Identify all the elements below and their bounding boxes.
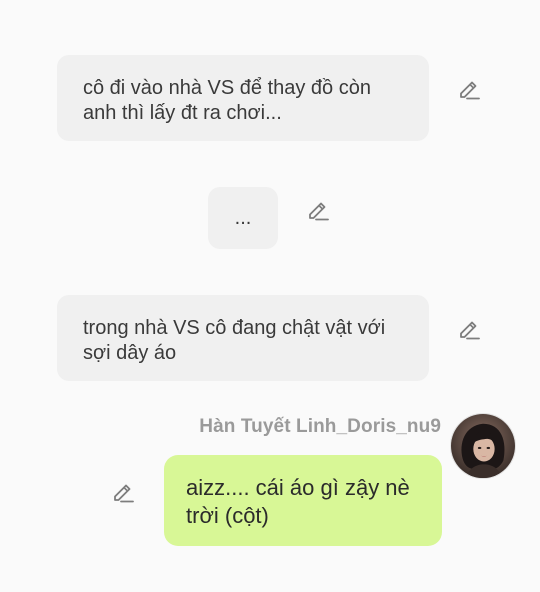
reply-bubble: aizz.... cái áo gì zậy nè trời (cột) <box>164 455 442 546</box>
message-bubble: cô đi vào nhà VS để thay đồ còn anh thì … <box>57 55 429 141</box>
edit-pencil-icon[interactable] <box>305 198 331 224</box>
edit-pencil-icon[interactable] <box>110 480 136 506</box>
edit-pencil-icon[interactable] <box>456 317 482 343</box>
message-bubble: ... <box>208 187 278 249</box>
reply-text: aizz.... cái áo gì zậy nè trời (cột) <box>186 475 410 528</box>
edit-pencil-icon[interactable] <box>456 77 482 103</box>
sender-name: Hàn Tuyết Linh_Doris_nu9 <box>199 416 441 437</box>
user-avatar[interactable] <box>450 413 516 479</box>
message-text: cô đi vào nhà VS để thay đồ còn anh thì … <box>83 77 371 124</box>
message-bubble: trong nhà VS cô đang chật vật với sợi dâ… <box>57 295 429 381</box>
message-text: ... <box>234 207 252 229</box>
message-text: trong nhà VS cô đang chật vật với sợi dâ… <box>83 317 386 364</box>
